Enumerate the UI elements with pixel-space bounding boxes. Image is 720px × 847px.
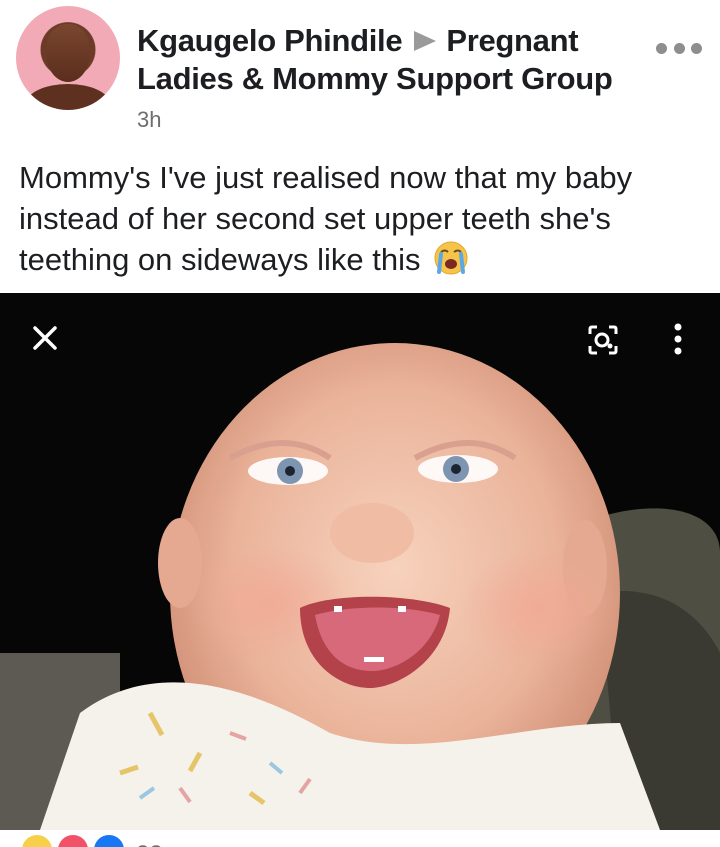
more-horizontal-icon-dot: [673, 42, 685, 54]
author-group-line: Kgaugelo Phindile Pregnant Ladies & Mommy…: [137, 22, 637, 98]
photo-menu-button[interactable]: [668, 321, 688, 357]
more-horizontal-icon-dot: [656, 42, 667, 54]
close-photo-button[interactable]: [30, 323, 60, 353]
post-timestamp[interactable]: 3h: [137, 108, 637, 132]
reaction-count: 22: [136, 841, 163, 847]
baby-photo-image: [0, 293, 720, 830]
header-text: Kgaugelo Phindile Pregnant Ladies & Mommy…: [137, 22, 637, 132]
reactions-summary[interactable]: 22: [20, 833, 220, 847]
close-icon: [33, 326, 57, 350]
author-avatar[interactable]: [16, 6, 120, 110]
loudly-crying-face-icon: [434, 241, 468, 275]
post-header: Kgaugelo Phindile Pregnant Ladies & Mommy…: [0, 0, 720, 150]
avatar-shoulders: [26, 84, 110, 110]
lens-button[interactable]: [586, 323, 620, 357]
post-body: Mommy's I've just realised now that my b…: [19, 157, 709, 280]
reaction-icon: [56, 833, 90, 847]
post-photo[interactable]: [0, 293, 720, 830]
avatar-face: [46, 24, 90, 82]
author-name[interactable]: Kgaugelo Phindile: [137, 23, 403, 58]
more-vertical-icon: [674, 323, 682, 355]
more-horizontal-icon-dot: [691, 42, 702, 54]
lens-icon: [588, 325, 618, 355]
play-arrow-icon: [414, 30, 437, 51]
more-options-button[interactable]: [656, 40, 702, 56]
post-text: Mommy's I've just realised now that my b…: [19, 160, 633, 277]
reaction-icon: [92, 833, 126, 847]
reaction-icon: [20, 833, 54, 847]
